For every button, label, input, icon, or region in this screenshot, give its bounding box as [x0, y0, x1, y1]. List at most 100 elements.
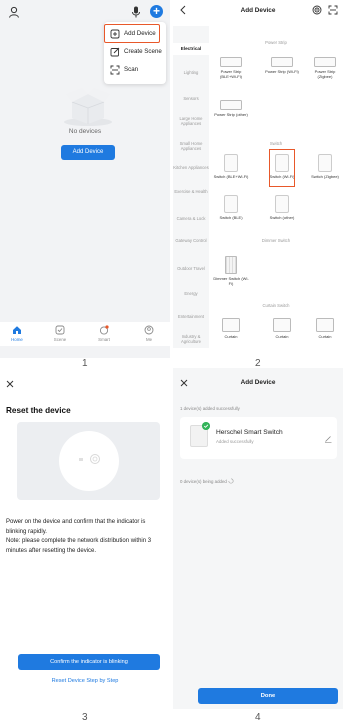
tab-smart[interactable]: Smart	[89, 325, 119, 342]
device-label: Curtain	[275, 334, 289, 339]
reset-instructions: Power on the device and confirm that the…	[6, 518, 166, 556]
power-strip-icon	[271, 57, 293, 67]
category-electrical[interactable]: Electrical	[173, 43, 209, 55]
reset-illustration	[17, 422, 160, 500]
screen-number: 4	[255, 712, 261, 723]
switch-icon	[224, 154, 238, 172]
device-curtain[interactable]: Curtain	[307, 318, 343, 339]
category-large-home-appliances[interactable]: Large Home Appliances	[173, 116, 209, 126]
power-strip-icon	[220, 57, 242, 67]
category-gateway-control[interactable]: Gateway Control	[173, 238, 209, 243]
device-switch-other[interactable]: Switch (other)	[264, 195, 300, 220]
close-icon[interactable]	[6, 380, 14, 388]
device-switch-ble-wifi[interactable]: Switch (BLE+Wi-Fi)	[213, 154, 249, 179]
device-power-strip-zigbee[interactable]: Power Strip (Zigbee)	[307, 57, 343, 79]
device-switch-ble[interactable]: Switch (BLE)	[213, 195, 249, 220]
menu-item-scan[interactable]: Scan	[104, 61, 166, 79]
device-label: Curtain	[224, 334, 238, 339]
loading-icon	[228, 478, 234, 484]
page-title: Add Device	[240, 379, 276, 386]
category-camera-lock[interactable]: Camera & Lock	[173, 216, 209, 221]
section-curtain-switch: Curtain Switch	[262, 303, 290, 308]
category-energy[interactable]: Energy	[173, 291, 209, 296]
category-small-home-appliances[interactable]: Small Home Appliances	[173, 141, 209, 151]
switch-icon	[318, 154, 332, 172]
device-label: Power Strip (BLE+Wi-Fi)	[220, 69, 242, 79]
device-label: Power Strip (Wi-Fi)	[265, 69, 299, 74]
curtain-switch-icon	[316, 318, 334, 332]
device-status: Added successfully	[216, 439, 254, 444]
device-label: Power Strip (other)	[214, 112, 248, 117]
device-illustration	[59, 431, 119, 491]
add-device-button[interactable]: Add Device	[61, 145, 115, 160]
device-dimmer-switch-wifi[interactable]: Dimmer Switch (Wi-Fi)	[213, 256, 249, 286]
switch-wifi-highlight	[269, 149, 295, 187]
device-card[interactable]: Herschel Smart Switch Added successfully	[180, 417, 337, 459]
category-exercise-health[interactable]: Exercise & Health	[173, 189, 209, 194]
device-label: Switch (BLE)	[219, 215, 243, 220]
switch-icon	[275, 195, 289, 213]
device-switch-zigbee[interactable]: Switch (Zigbee)	[307, 154, 343, 179]
device-label: Switch (other)	[269, 215, 295, 220]
category-kitchen-appliances[interactable]: Kitchen Appliances	[173, 165, 209, 170]
curtain-switch-icon	[273, 318, 291, 332]
added-summary: 1 device(s) added successfully	[180, 406, 240, 411]
device-label: Switch (Zigbee)	[311, 174, 339, 179]
radar-scan-icon[interactable]	[312, 5, 322, 15]
tab-bar: Home Scene Smart Me	[0, 322, 170, 346]
instruction-note: Note: please complete the network distri…	[6, 538, 152, 554]
category-sensors[interactable]: Sensors	[173, 96, 209, 101]
reset-device-screen: Reset the device Power on the device and…	[0, 368, 170, 709]
tab-me[interactable]: Me	[134, 325, 164, 342]
page-title: Reset the device	[6, 406, 71, 415]
adding-summary-text: 0 device(s) being added	[180, 479, 227, 484]
device-name: Herschel Smart Switch	[216, 429, 283, 436]
scan-icon[interactable]	[328, 5, 338, 15]
device-power-strip-ble-wifi[interactable]: Power Strip (BLE+Wi-Fi)	[213, 57, 249, 79]
user-icon[interactable]	[8, 6, 20, 18]
category-lighting[interactable]: Lighting	[173, 70, 209, 75]
edit-icon[interactable]	[324, 435, 332, 443]
tab-label: Smart	[98, 337, 110, 342]
device-curtain[interactable]: Curtain	[213, 318, 249, 339]
device-curtain[interactable]: Curtain	[264, 318, 300, 339]
scene-icon	[55, 325, 65, 335]
section-switch: Switch	[269, 141, 283, 146]
done-button[interactable]: Done	[198, 688, 338, 704]
tab-scene[interactable]: Scene	[45, 325, 75, 342]
category-industry-agriculture[interactable]: Industry & Agriculture	[173, 334, 209, 344]
microphone-icon[interactable]	[131, 6, 141, 18]
check-icon	[202, 422, 210, 430]
confirm-blinking-button[interactable]: Confirm the indicator is blinking	[18, 654, 160, 670]
device-power-strip-other[interactable]: Power Strip (other)	[213, 100, 249, 117]
add-device-highlight	[104, 24, 160, 43]
empty-box-illustration	[64, 88, 112, 126]
device-power-strip-wifi[interactable]: Power Strip (Wi-Fi)	[264, 57, 300, 74]
home-icon	[13, 326, 21, 334]
screen-number: 3	[82, 712, 88, 723]
tab-home[interactable]: Home	[2, 325, 32, 342]
menu-item-label: Scan	[124, 66, 139, 73]
category-outdoor-travel[interactable]: Outdoor Travel	[173, 266, 209, 271]
tab-label: Home	[11, 337, 23, 342]
reset-steps-link[interactable]: Reset Device Step by Step	[0, 678, 170, 684]
smart-icon	[99, 325, 109, 335]
tab-label: Me	[145, 337, 153, 342]
section-power-strip: Power Strip	[265, 40, 287, 45]
add-device-result-screen: Add Device 1 device(s) added successfull…	[173, 368, 343, 709]
add-device-screen: Add Device Electrical Lighting Sensors L…	[173, 0, 343, 358]
tab-label: Scene	[53, 337, 67, 342]
menu-item-label: Create Scene	[124, 48, 162, 55]
device-label: Dimmer Switch (Wi-Fi)	[213, 276, 249, 286]
category-entertainment[interactable]: Entertainment	[173, 314, 209, 319]
power-strip-icon	[220, 100, 242, 110]
dimmer-switch-icon	[225, 256, 237, 274]
home-screen: + Add Device Create Scene Scan No device…	[0, 0, 170, 358]
add-icon[interactable]: +	[150, 5, 163, 18]
menu-item-create-scene[interactable]: Create Scene	[104, 43, 166, 61]
power-strip-icon	[314, 57, 336, 67]
edit-icon	[110, 47, 120, 57]
me-icon	[144, 325, 154, 335]
device-label: Switch (BLE+Wi-Fi)	[213, 174, 249, 179]
curtain-switch-icon	[222, 318, 240, 332]
